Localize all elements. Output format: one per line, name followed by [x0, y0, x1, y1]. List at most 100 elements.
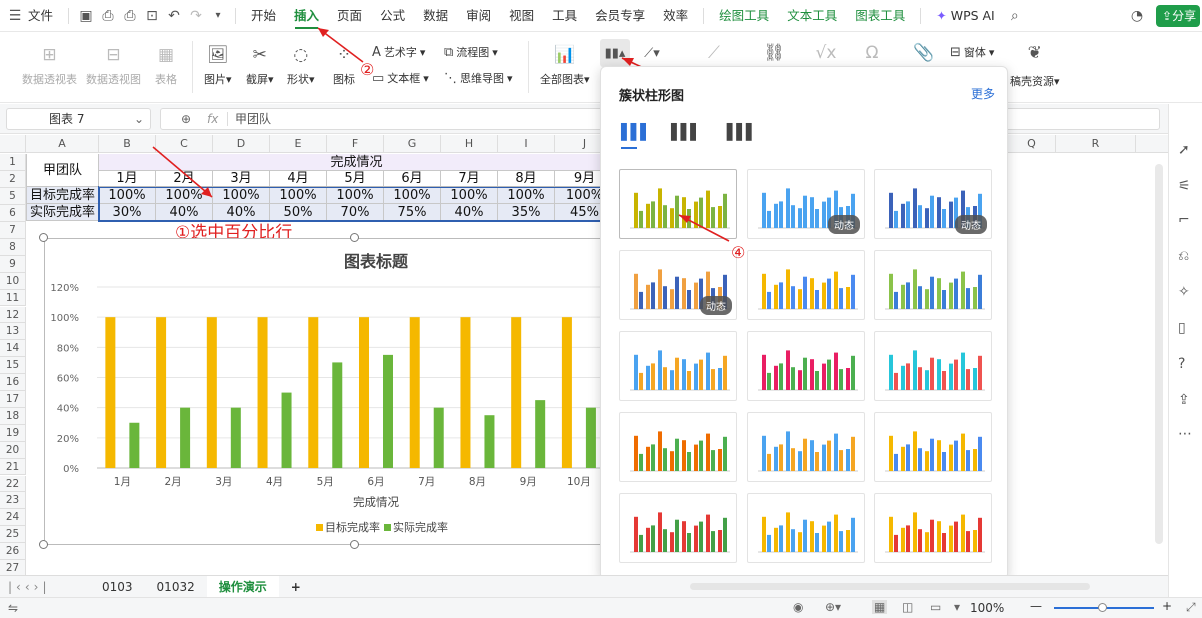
- print-icon[interactable]: ⎙: [119, 5, 141, 27]
- column-header[interactable]: A: [26, 135, 99, 153]
- chart-style-thumbnail[interactable]: [874, 493, 992, 563]
- row-header[interactable]: 11: [0, 289, 26, 307]
- cell-target-value[interactable]: 100%: [441, 187, 498, 204]
- chart-style-thumbnail[interactable]: [874, 412, 992, 482]
- cell-actual-value[interactable]: 70%: [327, 204, 384, 221]
- row-header[interactable]: 7: [0, 222, 26, 239]
- export-icon[interactable]: ⇪: [1178, 392, 1190, 408]
- row-header[interactable]: 26: [0, 543, 26, 560]
- resize-handle[interactable]: [350, 540, 359, 549]
- style-icon[interactable]: ⌐: [1178, 212, 1190, 228]
- resize-handle[interactable]: [39, 540, 48, 549]
- vertical-scrollbar[interactable]: [1155, 164, 1163, 544]
- resize-handle[interactable]: [350, 233, 359, 242]
- table-button[interactable]: ▦ 表格: [154, 43, 178, 87]
- chat-icon[interactable]: ◔: [1126, 5, 1148, 27]
- fullscreen-icon[interactable]: ⤢: [1186, 600, 1196, 615]
- name-box[interactable]: 图表 7 ⌄: [6, 108, 151, 130]
- tab-member[interactable]: 会员专享: [586, 0, 654, 32]
- pivot-table-button[interactable]: ⊞ 数据透视表: [22, 43, 77, 87]
- symbol-button[interactable]: Ω: [860, 41, 884, 65]
- row-header[interactable]: 1: [0, 154, 26, 171]
- share-button[interactable]: ⇪分享: [1156, 4, 1200, 27]
- subtype-clustered-icon[interactable]: ▌▌▌: [621, 123, 652, 141]
- page-layout-icon[interactable]: ◫: [902, 600, 913, 614]
- row-header[interactable]: 18: [0, 407, 26, 425]
- select-all-corner[interactable]: [0, 135, 26, 153]
- form-button[interactable]: ⊟ 窗体 ▾: [950, 44, 994, 60]
- subtype-percent-icon[interactable]: ▐▐▐: [721, 123, 752, 141]
- row-header[interactable]: 9: [0, 255, 26, 273]
- column-header[interactable]: G: [384, 135, 441, 153]
- pivot-chart-button[interactable]: ⊟ 数据透视图: [86, 43, 141, 87]
- chart-style-thumbnail[interactable]: 动态: [874, 169, 992, 239]
- chart-style-thumbnail[interactable]: [747, 331, 865, 401]
- row-header[interactable]: 14: [0, 340, 26, 358]
- target-icon[interactable]: ⊕▾: [825, 600, 841, 614]
- tab-tools[interactable]: 工具: [543, 0, 586, 32]
- row-header[interactable]: 15: [0, 357, 26, 375]
- tab-home[interactable]: 开始: [242, 0, 285, 32]
- new-doc-icon[interactable]: ⎙: [97, 5, 119, 27]
- chart-style-thumbnail[interactable]: 动态: [747, 169, 865, 239]
- help-icon[interactable]: ?: [1178, 356, 1185, 372]
- tab-chart-tools[interactable]: 图表工具: [846, 0, 914, 32]
- chart-style-thumbnail[interactable]: [874, 331, 992, 401]
- search-icon[interactable]: ⌕: [1004, 5, 1026, 27]
- link-button[interactable]: ⛓: [762, 41, 786, 65]
- row-header[interactable]: 19: [0, 424, 26, 442]
- row-header[interactable]: 20: [0, 441, 26, 459]
- book-icon[interactable]: ▯: [1178, 320, 1186, 336]
- redo-icon[interactable]: ↷: [185, 5, 207, 27]
- chart-style-thumbnail[interactable]: [874, 250, 992, 320]
- column-header[interactable]: F: [327, 135, 384, 153]
- horizontal-scrollbar[interactable]: [690, 583, 1090, 590]
- row-header[interactable]: 24: [0, 509, 26, 527]
- macro-icon[interactable]: ⇋: [8, 601, 18, 615]
- chart-style-thumbnail[interactable]: [619, 331, 737, 401]
- zoom-level[interactable]: 100%: [970, 601, 1004, 615]
- tab-review[interactable]: 审阅: [457, 0, 500, 32]
- attach-button[interactable]: 📎: [912, 41, 936, 65]
- cell-target-value[interactable]: 100%: [498, 187, 555, 204]
- row-header[interactable]: 8: [0, 238, 26, 256]
- flowchart-button[interactable]: ⧉ 流程图 ▾: [444, 44, 498, 60]
- cell-actual-value[interactable]: 40%: [441, 204, 498, 221]
- more-icon[interactable]: ⋯: [1178, 426, 1192, 442]
- column-header[interactable]: I: [498, 135, 555, 153]
- column-header[interactable]: E: [270, 135, 327, 153]
- cell-target-value[interactable]: 100%: [327, 187, 384, 204]
- column-header[interactable]: H: [441, 135, 498, 153]
- undo-icon[interactable]: ↶: [163, 5, 185, 27]
- sheet-tab[interactable]: 01032: [145, 576, 207, 598]
- more-link[interactable]: 更多: [971, 85, 995, 102]
- add-sheet-icon[interactable]: +: [279, 576, 313, 598]
- chart-style-thumbnail[interactable]: [747, 250, 865, 320]
- tab-data[interactable]: 数据: [414, 0, 457, 32]
- wordart-button[interactable]: A 艺术字 ▾: [372, 44, 425, 60]
- textbox-button[interactable]: ▭ 文本框 ▾: [372, 70, 429, 86]
- row-header[interactable]: 13: [0, 323, 26, 341]
- column-chart[interactable]: 图表标题 0% 20% 40% 60% 80% 100% 120% 1月 2月 3月 4月 5月 6月 7月…: [44, 238, 670, 545]
- sheet-nav-arrows[interactable]: |‹‹›|: [0, 580, 90, 594]
- tab-view[interactable]: 视图: [500, 0, 543, 32]
- picture-button[interactable]: 🖼 图片▾: [204, 43, 232, 87]
- row-header[interactable]: 25: [0, 526, 26, 544]
- cell-target-value[interactable]: 100%: [270, 187, 327, 204]
- file-menu[interactable]: 文件: [26, 0, 62, 32]
- row-header[interactable]: 22: [0, 475, 26, 493]
- print-preview-icon[interactable]: ⊡: [141, 5, 163, 27]
- page-break-icon[interactable]: ▭: [930, 600, 941, 614]
- chart-style-thumbnail[interactable]: 动态: [619, 250, 737, 320]
- mindmap-button[interactable]: ⋱ 思维导图 ▾: [444, 70, 513, 86]
- cell-target-label[interactable]: 目标完成率: [26, 187, 99, 204]
- resources-button[interactable]: ❦ 稿壳资源▾: [1010, 41, 1060, 89]
- sheet-tab[interactable]: 0103: [90, 576, 145, 598]
- cell-actual-value[interactable]: 75%: [384, 204, 441, 221]
- wps-ai-button[interactable]: ✦ WPS AI: [927, 0, 1004, 32]
- settings-sliders-icon[interactable]: ⚟: [1178, 178, 1191, 194]
- sheet-tab-active[interactable]: 操作演示: [206, 575, 279, 598]
- row-header[interactable]: 16: [0, 374, 26, 391]
- cell-target-value[interactable]: 100%: [384, 187, 441, 204]
- chart-style-thumbnail[interactable]: [747, 493, 865, 563]
